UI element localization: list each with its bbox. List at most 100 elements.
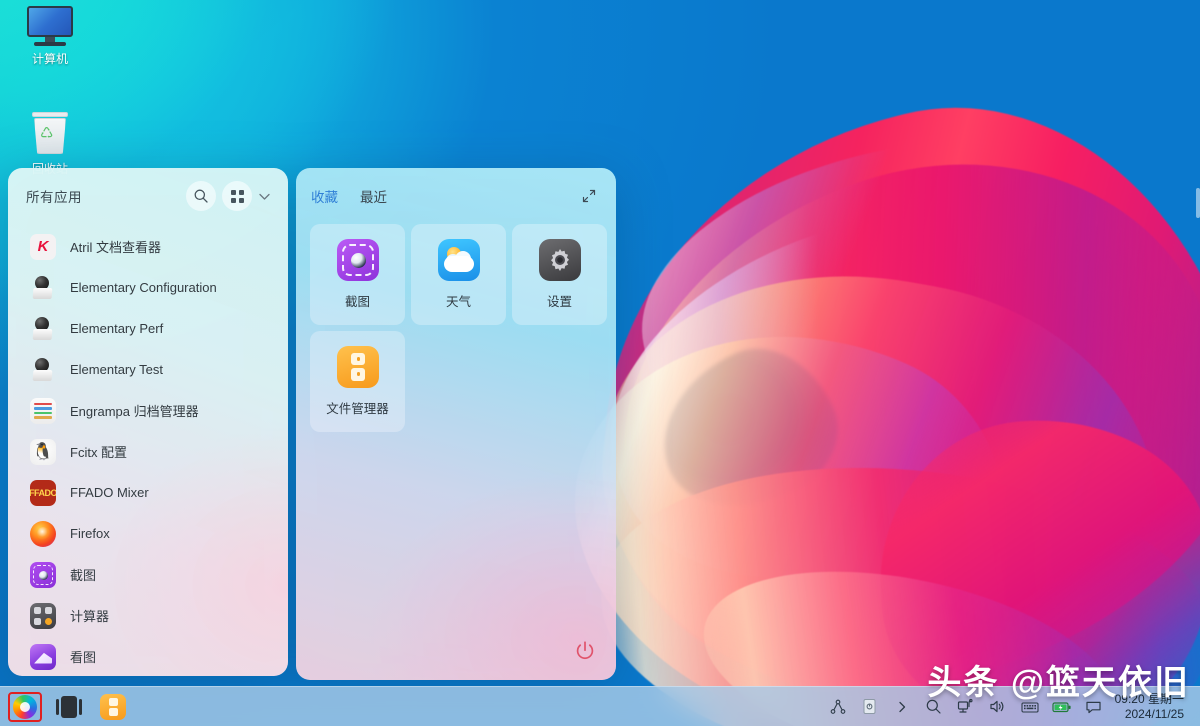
pinned-tile-label: 文件管理器 — [326, 398, 389, 417]
share-nodes-icon — [830, 699, 846, 715]
pinned-panel-header: 收藏 最近 — [296, 168, 616, 224]
app-list-item-engrampa[interactable]: Engrampa 归档管理器 — [8, 390, 288, 431]
tab-recent[interactable]: 最近 — [359, 184, 388, 208]
task-view-icon — [56, 696, 82, 718]
taskbar[interactable]: 09:20 星期一 2024/11/25 — [0, 686, 1200, 726]
system-tray[interactable]: 09:20 星期一 2024/11/25 — [823, 692, 1200, 722]
power-icon — [573, 639, 597, 663]
image-viewer-icon — [30, 644, 56, 670]
file-manager-icon — [100, 694, 126, 720]
task-view-button[interactable] — [52, 692, 86, 722]
pinned-tile-screenshot[interactable]: 截图 — [310, 224, 405, 325]
app-list-item-label: Elementary Perf — [70, 321, 163, 336]
fcitx-icon: 🐧 — [30, 439, 56, 465]
pinned-apps-panel[interactable]: 收藏 最近 截图 — [296, 168, 616, 680]
share-nodes-button[interactable] — [823, 692, 853, 722]
expand-diagonal-icon — [581, 188, 597, 204]
all-apps-list[interactable]: K Atril 文档查看器 Elementary Configuration E… — [8, 224, 288, 676]
desktop-icon-computer[interactable]: 计算机 — [6, 6, 94, 67]
expand-panel-button[interactable] — [578, 185, 600, 207]
app-list-item-label: 截图 — [70, 565, 96, 584]
engrampa-icon — [30, 398, 56, 424]
taskbar-left-group — [0, 692, 130, 722]
default-app-icon — [30, 275, 56, 301]
expand-list-button[interactable] — [254, 183, 274, 209]
app-list-item-label: Engrampa 归档管理器 — [70, 401, 199, 420]
screenshot-icon — [337, 239, 379, 281]
tab-favorites[interactable]: 收藏 — [310, 184, 339, 208]
app-list-item-elementary-test[interactable]: Elementary Test — [8, 349, 288, 390]
file-manager-icon — [337, 346, 379, 388]
all-apps-panel[interactable]: 所有应用 — [8, 168, 288, 676]
clock-time: 09:20 星期一 — [1115, 692, 1184, 707]
pinned-tile-file-manager[interactable]: 文件管理器 — [310, 331, 405, 432]
network-display-button[interactable] — [951, 692, 981, 722]
app-list-item-label: Fcitx 配置 — [70, 442, 127, 461]
all-apps-title: 所有应用 — [26, 186, 180, 206]
notification-bubble-icon — [1085, 699, 1102, 715]
atril-icon: K — [30, 234, 56, 260]
search-icon — [193, 188, 209, 204]
app-list-item-label: Firefox — [70, 526, 110, 541]
clock-date: 2024/11/25 — [1115, 707, 1184, 722]
volume-button[interactable] — [983, 692, 1013, 722]
keyboard-button[interactable] — [1015, 692, 1045, 722]
app-list-item-atril[interactable]: K Atril 文档查看器 — [8, 226, 288, 267]
volume-icon — [989, 698, 1006, 715]
settings-gear-icon — [539, 239, 581, 281]
screen-edge-indicator — [1196, 188, 1200, 218]
battery-button[interactable] — [1047, 692, 1077, 722]
firefox-icon — [30, 521, 56, 547]
calculator-icon — [30, 603, 56, 629]
search-icon — [925, 698, 942, 715]
chevron-down-icon — [258, 190, 271, 203]
all-apps-header: 所有应用 — [8, 168, 288, 224]
app-list-item-screenshot[interactable]: 截图 — [8, 554, 288, 595]
grid-view-button[interactable] — [222, 181, 252, 211]
desktop[interactable]: 计算机 ♺ 回收站 所有应用 — [0, 0, 1200, 726]
weather-icon — [438, 239, 480, 281]
app-list-item-elementary-configuration[interactable]: Elementary Configuration — [8, 267, 288, 308]
pinned-tile-label: 截图 — [345, 291, 370, 310]
pinned-tile-label: 天气 — [446, 291, 471, 310]
default-app-icon — [30, 316, 56, 342]
start-button[interactable] — [8, 692, 42, 722]
document-button[interactable] — [855, 692, 885, 722]
battery-charging-icon — [1052, 700, 1072, 714]
start-logo-icon — [13, 695, 37, 719]
document-icon — [862, 698, 877, 715]
app-list-item-ffado-mixer[interactable]: FFADO FFADO Mixer — [8, 472, 288, 513]
pinned-tile-label: 设置 — [547, 291, 572, 310]
file-manager-task-button[interactable] — [96, 692, 130, 722]
pinned-tile-settings[interactable]: 设置 — [512, 224, 607, 325]
app-list-item-label: 看图 — [70, 647, 96, 666]
app-list-item-label: Elementary Configuration — [70, 280, 217, 295]
screenshot-icon — [30, 562, 56, 588]
app-list-item-image-viewer[interactable]: 看图 — [8, 636, 288, 676]
default-app-icon — [30, 357, 56, 383]
pinned-tile-weather[interactable]: 天气 — [411, 224, 506, 325]
app-list-item-fcitx[interactable]: 🐧 Fcitx 配置 — [8, 431, 288, 472]
start-menu[interactable]: 所有应用 — [8, 168, 616, 680]
app-list-item-label: FFADO Mixer — [70, 485, 149, 500]
pinned-apps-grid[interactable]: 截图 天气 设置 — [296, 224, 616, 432]
app-list-item-label: Atril 文档查看器 — [70, 237, 161, 256]
power-button[interactable] — [570, 636, 600, 666]
app-list-item-elementary-perf[interactable]: Elementary Perf — [8, 308, 288, 349]
chevron-right-icon — [895, 700, 909, 714]
app-list-item-label: 计算器 — [70, 606, 109, 625]
clock[interactable]: 09:20 星期一 2024/11/25 — [1111, 692, 1194, 722]
notification-button[interactable] — [1079, 692, 1109, 722]
network-display-icon — [957, 698, 974, 715]
app-list-item-label: Elementary Test — [70, 362, 163, 377]
monitor-icon — [27, 6, 73, 46]
grid-view-icon — [230, 189, 245, 204]
tray-search-button[interactable] — [919, 692, 949, 722]
keyboard-icon — [1021, 700, 1039, 714]
search-button[interactable] — [186, 181, 216, 211]
ffado-icon: FFADO — [30, 480, 56, 506]
app-list-item-firefox[interactable]: Firefox — [8, 513, 288, 554]
show-hidden-icons-button[interactable] — [887, 692, 917, 722]
app-list-item-calculator[interactable]: 计算器 — [8, 595, 288, 636]
desktop-icon-label: 计算机 — [32, 52, 68, 67]
